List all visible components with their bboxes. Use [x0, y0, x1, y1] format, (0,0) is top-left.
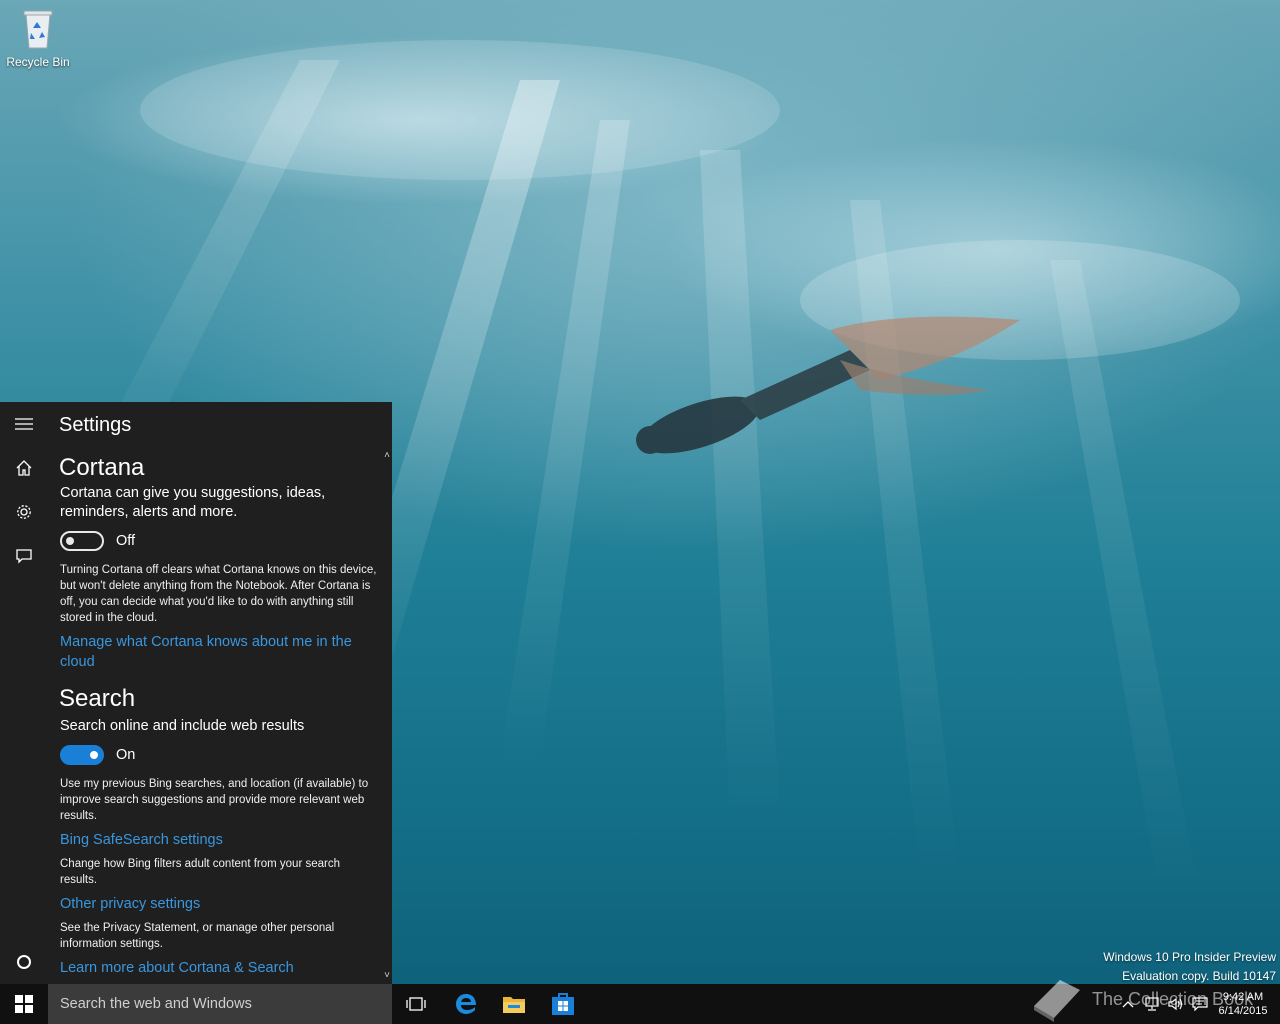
edge-button[interactable]	[442, 984, 490, 1024]
cortana-circle-icon	[17, 955, 31, 969]
cortana-toggle-state: Off	[116, 533, 136, 549]
gear-icon	[17, 505, 31, 519]
taskbar-search-box[interactable]: Search the web and Windows	[48, 984, 392, 1024]
search-web-description: Search online and include web results	[60, 718, 305, 734]
home-button[interactable]	[0, 446, 48, 490]
show-hidden-icons-button[interactable]	[1116, 984, 1140, 1024]
other-privacy-link[interactable]: Other privacy settings	[60, 894, 380, 914]
cortana-toggle-switch[interactable]	[60, 531, 104, 551]
feedback-icon	[16, 549, 32, 564]
watermark-edition: Windows 10 Pro Insider Preview	[1103, 950, 1276, 964]
menu-icon	[15, 418, 33, 430]
chevron-up-icon	[1122, 1001, 1134, 1008]
page-title: Settings	[59, 414, 132, 436]
recycle-bin[interactable]: Recycle Bin	[4, 6, 72, 69]
bing-search-note: Use my previous Bing searches, and locat…	[60, 778, 369, 822]
cortana-toggle-row: Off	[60, 530, 135, 552]
search-web-toggle-state: On	[116, 747, 136, 763]
recycle-bin-label: Recycle Bin	[6, 55, 70, 69]
search-heading: Search	[59, 685, 136, 712]
cortana-heading: Cortana	[59, 454, 145, 481]
clock-time: 9:42 AM	[1222, 991, 1264, 1003]
store-icon	[552, 993, 574, 1015]
diver-silhouette	[636, 316, 1020, 454]
hamburger-menu-button[interactable]	[0, 402, 48, 446]
volume-button[interactable]	[1164, 984, 1188, 1024]
learn-more-link[interactable]: Learn more about Cortana & Search	[60, 958, 380, 978]
scroll-down-arrow[interactable]: ˅	[384, 970, 390, 981]
manage-cortana-cloud-link[interactable]: Manage what Cortana knows about me in th…	[60, 632, 380, 672]
cortana-description: Cortana can give you suggestions, ideas,…	[60, 485, 326, 520]
clock[interactable]: 9:42 AM 6/14/2015	[1212, 990, 1274, 1018]
speaker-icon	[1168, 997, 1183, 1011]
bing-safesearch-link[interactable]: Bing SafeSearch settings	[60, 830, 380, 850]
notification-icon	[1192, 997, 1208, 1011]
action-center-button[interactable]	[1188, 984, 1212, 1024]
windows-logo-icon	[15, 995, 33, 1013]
file-explorer-icon	[503, 997, 525, 1013]
system-tray: 9:42 AM 6/14/2015	[1116, 984, 1280, 1024]
build-watermark: Windows 10 Pro Insider Preview Evaluatio…	[1103, 948, 1276, 986]
privacy-note: See the Privacy Statement, or manage oth…	[60, 922, 335, 950]
home-icon	[16, 460, 32, 476]
edge-icon	[456, 994, 476, 1014]
file-explorer-button[interactable]	[490, 984, 538, 1024]
panel-rail	[0, 402, 48, 984]
recycle-bin-icon	[23, 10, 53, 49]
cortana-button[interactable]	[0, 940, 48, 984]
network-icon	[1145, 997, 1159, 1011]
task-view-button[interactable]	[392, 984, 440, 1024]
settings-content: Settings ˄ Cortana Cortana can give you …	[48, 402, 392, 984]
store-button[interactable]	[539, 984, 587, 1024]
taskbar: Search the web and Windows 9:42 AM 6/14/…	[0, 984, 1280, 1024]
search-placeholder: Search the web and Windows	[60, 996, 252, 1012]
task-view-icon	[406, 997, 426, 1011]
cortana-off-note: Turning Cortana off clears what Cortana …	[60, 564, 377, 624]
scroll-up-arrow[interactable]: ˄	[384, 450, 390, 461]
settings-button[interactable]	[0, 490, 48, 534]
clock-date: 6/14/2015	[1218, 1005, 1268, 1017]
feedback-button[interactable]	[0, 534, 48, 578]
start-button[interactable]	[0, 984, 48, 1024]
cortana-settings-panel: Settings ˄ Cortana Cortana can give you …	[0, 402, 392, 984]
safesearch-note: Change how Bing filters adult content fr…	[60, 858, 340, 886]
search-web-toggle-switch[interactable]	[60, 745, 104, 765]
search-web-toggle-row: On	[60, 744, 135, 766]
network-button[interactable]	[1140, 984, 1164, 1024]
